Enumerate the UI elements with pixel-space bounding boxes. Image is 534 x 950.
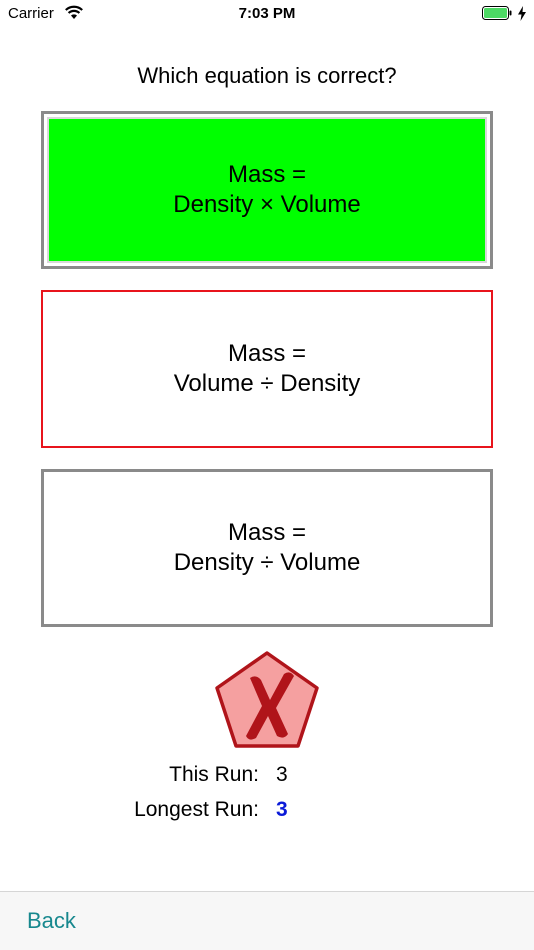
answer-1-line2: Density × Volume [173,191,361,218]
answer-button-2[interactable]: Mass = Volume ÷ Density [41,290,493,448]
answer-3-line2: Density ÷ Volume [173,549,361,576]
this-run-label: This Run: [169,763,259,786]
answer-2-line1: Mass = [227,340,307,367]
status-time: 7:03 PM [238,5,296,22]
answer-1-line1: Mass = [227,161,307,188]
this-run-row: This Run: 3 [0,763,534,791]
longest-run-value: 3 [276,798,288,821]
answer-button-1[interactable]: Mass = Density × Volume [41,111,493,269]
back-button[interactable]: Back [27,908,76,934]
battery-icon [482,6,512,20]
longest-run-label: Longest Run: [134,798,259,821]
bottom-toolbar: Back [0,891,534,950]
red-pentagon-x-icon [215,651,319,748]
status-bar: Carrier 7:03 PM [0,0,534,28]
answer-3-line1: Mass = [227,519,307,546]
longest-run-row: Longest Run: 3 [0,798,534,826]
this-run-value: 3 [276,763,288,786]
question-title: Which equation is correct? [137,63,397,88]
answer-button-3[interactable]: Mass = Density ÷ Volume [41,469,493,627]
answer-2-line2: Volume ÷ Density [173,370,361,397]
charging-bolt-icon [518,6,526,21]
answer-1-highlight: Mass = Density × Volume [47,117,487,263]
